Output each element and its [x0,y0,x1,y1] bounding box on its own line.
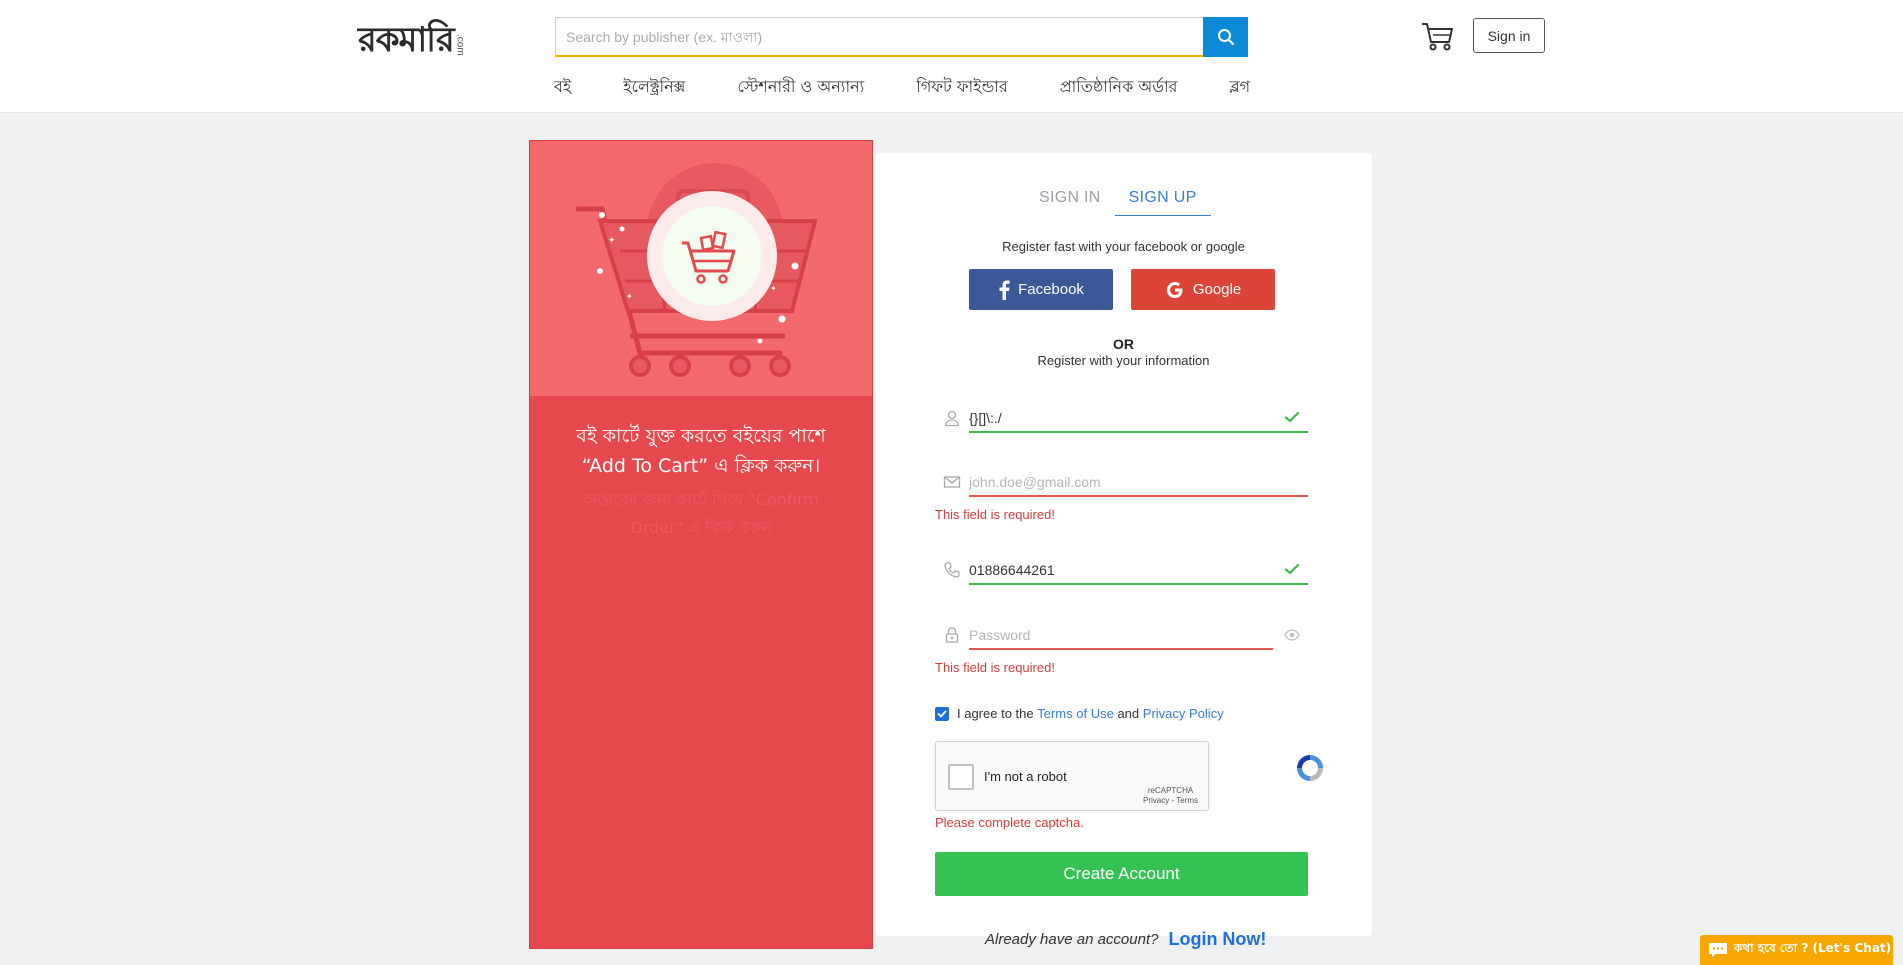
recaptcha-logo-icon [1297,755,1323,781]
promo-subtitle: অর্ডারের জন্য কার্টে গিয়ে "Confirm Orde… [583,490,819,537]
captcha-error-message: Please complete captcha. [935,815,1084,830]
svg-text:✦: ✦ [770,284,777,293]
chat-bubble-icon [1709,943,1727,957]
main-nav: বই ইলেক্ট্রনিক্স স্টেশনারী ও অন্যান্য গি… [554,74,1302,100]
google-label: Google [1192,281,1242,298]
recaptcha-links[interactable]: Privacy - Terms [1143,796,1198,806]
terms-prefix: I agree to the [957,706,1034,721]
email-field [935,467,1308,497]
tab-sign-in[interactable]: SIGN IN [1025,183,1115,216]
header-signin-button[interactable]: Sign in [1473,18,1545,53]
search-bar [555,17,1248,57]
name-valid-check-icon [1284,411,1300,423]
recaptcha-widget: I'm not a robot reCAPTCHA Privacy - Term… [935,741,1323,811]
name-input[interactable] [969,403,1269,433]
user-icon [944,410,960,427]
search-button[interactable] [1203,17,1248,57]
phone-icon [944,562,960,578]
recaptcha-checkbox[interactable] [948,764,974,790]
logo-text: রকমারি [358,20,455,60]
google-button[interactable]: Google [1131,269,1275,310]
chat-label: কথা হবে তো ? (Let's Chat) [1734,941,1892,955]
search-input[interactable] [555,17,1203,57]
nav-item-books[interactable]: বই [554,74,571,100]
recaptcha-brand: reCAPTCHA Privacy - Terms [1143,786,1198,806]
logo-suffix: .com [454,34,466,56]
already-have-account: Already have an account? Login Now! [985,929,1266,950]
nav-item-blog[interactable]: ব্লগ [1229,74,1250,100]
recaptcha-label: I'm not a robot [984,769,1067,784]
email-field-underline [969,495,1308,497]
site-logo[interactable]: রকমারি .com [358,18,466,60]
google-icon [1166,281,1183,298]
cart-icon[interactable] [1420,20,1456,52]
privacy-policy-link[interactable]: Privacy Policy [1143,706,1224,721]
nav-item-electronics[interactable]: ইলেক্ট্রনিক্স [623,74,685,100]
facebook-icon [999,280,1010,300]
phone-input[interactable] [969,555,1269,585]
password-field [935,620,1308,650]
envelope-icon [943,476,961,488]
email-input[interactable] [969,467,1299,497]
promo-title-line1: বই কার্টে যুক্ত করতে বইয়ের পাশে [576,425,826,447]
already-text: Already have an account? [985,931,1159,948]
nav-item-gift-finder[interactable]: গিফট ফাইন্ডার [916,74,1007,100]
chat-widget[interactable]: কথা হবে তো ? (Let's Chat) [1700,935,1893,965]
recaptcha-brand-name: reCAPTCHA [1147,786,1194,795]
terms-agreement: I agree to the Terms of Use and Privacy … [935,706,1224,721]
info-caption: Register with your information [1037,353,1210,368]
svg-text:✦: ✦ [626,292,633,301]
email-error-message: This field is required! [935,507,1055,522]
nav-item-corporate-order[interactable]: প্রাতিষ্ঠানিক অর্ডার [1060,74,1178,100]
signup-card: SIGN IN SIGN UP Register fast with your … [875,153,1372,936]
name-field-underline [969,431,1308,433]
shopping-cart-illustration: ✦ ✦ ✦ ✦ [575,163,818,377]
promo-panel: ✦ ✦ ✦ ✦ বই কার্টে যুক্ত করতে বইয়ের পাশে… [529,140,873,949]
svg-text:✦: ✦ [608,236,616,246]
site-header: রকমারি .com Sign in বই ইলেক্ট্রনিক্স স্ট… [0,0,1903,113]
terms-checkbox[interactable] [935,706,949,721]
phone-field [935,555,1308,585]
terms-and: and [1117,706,1140,721]
password-error-message: This field is required! [935,660,1055,675]
or-separator: OR [1113,336,1134,352]
phone-field-underline [969,583,1308,585]
auth-tabs: SIGN IN SIGN UP [1025,183,1211,216]
terms-of-use-link[interactable]: Terms of Use [1037,706,1114,721]
facebook-button[interactable]: Facebook [969,269,1113,310]
name-field [935,403,1308,433]
login-now-link[interactable]: Login Now! [1168,929,1266,950]
phone-valid-check-icon [1284,563,1300,575]
create-account-button[interactable]: Create Account [935,852,1308,896]
lock-icon [945,627,959,643]
tab-sign-up[interactable]: SIGN UP [1114,183,1211,216]
show-password-eye-icon[interactable] [1284,628,1300,642]
svg-text:✦: ✦ [766,234,774,244]
password-field-underline [969,648,1273,650]
promo-title-line2: “Add To Cart” এ ক্লিক করুন। [581,455,821,477]
promo-title: বই কার্টে যুক্ত করতে বইয়ের পাশে “Add To… [550,421,852,481]
social-caption: Register fast with your facebook or goog… [1002,239,1245,254]
promo-illustration-area: ✦ ✦ ✦ ✦ [530,141,872,396]
password-input[interactable] [969,620,1269,650]
facebook-label: Facebook [1018,281,1084,298]
search-icon [1217,29,1234,46]
checkmark-icon [937,710,947,717]
nav-item-stationery[interactable]: স্টেশনারী ও অন্যান্য [737,74,864,100]
